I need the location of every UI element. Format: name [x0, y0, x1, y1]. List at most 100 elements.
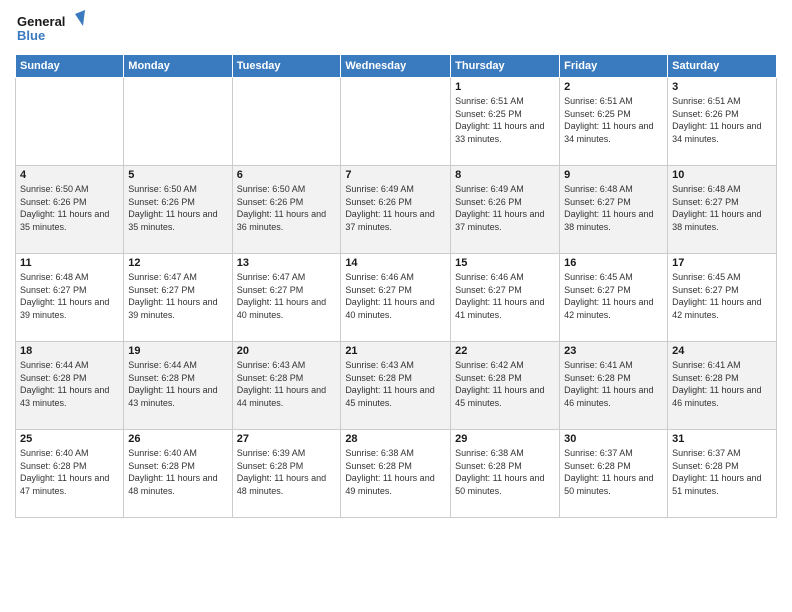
calendar-cell: 28 Sunrise: 6:38 AM Sunset: 6:28 PM Dayli… — [341, 430, 451, 518]
page-header: General Blue — [15, 10, 777, 46]
day-number: 2 — [564, 81, 663, 93]
weekday-header: Saturday — [668, 55, 777, 78]
calendar-cell — [341, 78, 451, 166]
logo: General Blue — [15, 10, 85, 46]
calendar-cell: 20 Sunrise: 6:43 AM Sunset: 6:28 PM Dayli… — [232, 342, 341, 430]
day-number: 31 — [672, 433, 772, 445]
calendar-cell: 23Sunrise: 6:41 AM Sunset: 6:28 PM Dayli… — [560, 342, 668, 430]
day-number: 9 — [564, 169, 663, 181]
day-info: Sunrise: 6:41 AM Sunset: 6:28 PM Dayligh… — [564, 359, 663, 409]
calendar-table: SundayMondayTuesdayWednesdayThursdayFrid… — [15, 54, 777, 518]
calendar-cell — [124, 78, 232, 166]
weekday-header: Thursday — [451, 55, 560, 78]
calendar-cell: 10 Sunrise: 6:48 AM Sunset: 6:27 PM Dayli… — [668, 166, 777, 254]
calendar-cell: 18Sunrise: 6:44 AM Sunset: 6:28 PM Dayli… — [16, 342, 124, 430]
day-number: 12 — [128, 257, 227, 269]
calendar-cell: 3 Sunrise: 6:51 AM Sunset: 6:26 PM Daylig… — [668, 78, 777, 166]
calendar-week-row: 25Sunrise: 6:40 AM Sunset: 6:28 PM Dayli… — [16, 430, 777, 518]
day-info: Sunrise: 6:50 AM Sunset: 6:26 PM Dayligh… — [128, 183, 227, 233]
calendar-cell: 11 Sunrise: 6:48 AM Sunset: 6:27 PM Dayli… — [16, 254, 124, 342]
day-info: Sunrise: 6:46 AM Sunset: 6:27 PM Dayligh… — [455, 271, 555, 321]
day-info: Sunrise: 6:40 AM Sunset: 6:28 PM Dayligh… — [20, 447, 119, 497]
day-number: 15 — [455, 257, 555, 269]
calendar-cell: 14 Sunrise: 6:46 AM Sunset: 6:27 PM Dayli… — [341, 254, 451, 342]
calendar-cell: 6 Sunrise: 6:50 AM Sunset: 6:26 PM Daylig… — [232, 166, 341, 254]
day-info: Sunrise: 6:45 AM Sunset: 6:27 PM Dayligh… — [564, 271, 663, 321]
day-info: Sunrise: 6:50 AM Sunset: 6:26 PM Dayligh… — [237, 183, 337, 233]
svg-text:General: General — [17, 14, 65, 29]
calendar-cell: 12 Sunrise: 6:47 AM Sunset: 6:27 PM Dayli… — [124, 254, 232, 342]
calendar-cell: 4Sunrise: 6:50 AM Sunset: 6:26 PM Daylig… — [16, 166, 124, 254]
day-number: 24 — [672, 345, 772, 357]
day-number: 22 — [455, 345, 555, 357]
day-number: 29 — [455, 433, 555, 445]
day-info: Sunrise: 6:45 AM Sunset: 6:27 PM Dayligh… — [672, 271, 772, 321]
calendar-cell: 31 Sunrise: 6:37 AM Sunset: 6:28 PM Dayli… — [668, 430, 777, 518]
day-number: 11 — [20, 257, 119, 269]
svg-text:Blue: Blue — [17, 28, 45, 43]
day-info: Sunrise: 6:47 AM Sunset: 6:27 PM Dayligh… — [128, 271, 227, 321]
day-number: 7 — [345, 169, 446, 181]
day-number: 14 — [345, 257, 446, 269]
day-info: Sunrise: 6:38 AM Sunset: 6:28 PM Dayligh… — [345, 447, 446, 497]
day-info: Sunrise: 6:39 AM Sunset: 6:28 PM Dayligh… — [237, 447, 337, 497]
day-number: 10 — [672, 169, 772, 181]
day-number: 8 — [455, 169, 555, 181]
calendar-cell: 15 Sunrise: 6:46 AM Sunset: 6:27 PM Dayli… — [451, 254, 560, 342]
day-info: Sunrise: 6:51 AM Sunset: 6:26 PM Dayligh… — [672, 95, 772, 145]
day-number: 6 — [237, 169, 337, 181]
calendar-cell: 16 Sunrise: 6:45 AM Sunset: 6:27 PM Dayli… — [560, 254, 668, 342]
calendar-cell: 21Sunrise: 6:43 AM Sunset: 6:28 PM Dayli… — [341, 342, 451, 430]
calendar-cell: 25Sunrise: 6:40 AM Sunset: 6:28 PM Dayli… — [16, 430, 124, 518]
day-info: Sunrise: 6:51 AM Sunset: 6:25 PM Dayligh… — [564, 95, 663, 145]
day-info: Sunrise: 6:46 AM Sunset: 6:27 PM Dayligh… — [345, 271, 446, 321]
day-number: 19 — [128, 345, 227, 357]
weekday-header: Sunday — [16, 55, 124, 78]
day-number: 28 — [345, 433, 446, 445]
calendar-week-row: 4 Sunrise: 6:50 AM Sunset: 6:26 PM Daylig… — [16, 166, 777, 254]
weekday-header: Monday — [124, 55, 232, 78]
calendar-header-row: SundayMondayTuesdayWednesdayThursdayFrid… — [16, 55, 777, 78]
day-info: Sunrise: 6:48 AM Sunset: 6:27 PM Dayligh… — [20, 271, 119, 321]
calendar-cell: 2 Sunrise: 6:51 AM Sunset: 6:25 PM Daylig… — [560, 78, 668, 166]
day-number: 3 — [672, 81, 772, 93]
weekday-header: Tuesday — [232, 55, 341, 78]
day-info: Sunrise: 6:48 AM Sunset: 6:27 PM Dayligh… — [564, 183, 663, 233]
calendar-cell: 27Sunrise: 6:39 AM Sunset: 6:28 PM Dayli… — [232, 430, 341, 518]
day-number: 13 — [237, 257, 337, 269]
day-info: Sunrise: 6:43 AM Sunset: 6:28 PM Dayligh… — [237, 359, 337, 409]
day-info: Sunrise: 6:41 AM Sunset: 6:28 PM Dayligh… — [672, 359, 772, 409]
calendar-week-row: 1 Sunrise: 6:51 AM Sunset: 6:25 PM Daylig… — [16, 78, 777, 166]
weekday-header: Friday — [560, 55, 668, 78]
calendar-cell: 24 Sunrise: 6:41 AM Sunset: 6:28 PM Dayli… — [668, 342, 777, 430]
calendar-cell: 9 Sunrise: 6:48 AM Sunset: 6:27 PM Daylig… — [560, 166, 668, 254]
day-number: 20 — [237, 345, 337, 357]
logo-svg: General Blue — [15, 10, 85, 46]
calendar-cell: 26Sunrise: 6:40 AM Sunset: 6:28 PM Dayli… — [124, 430, 232, 518]
day-info: Sunrise: 6:42 AM Sunset: 6:28 PM Dayligh… — [455, 359, 555, 409]
day-info: Sunrise: 6:48 AM Sunset: 6:27 PM Dayligh… — [672, 183, 772, 233]
calendar-cell: 13 Sunrise: 6:47 AM Sunset: 6:27 PM Dayli… — [232, 254, 341, 342]
day-number: 21 — [345, 345, 446, 357]
day-info: Sunrise: 6:51 AM Sunset: 6:25 PM Dayligh… — [455, 95, 555, 145]
calendar-cell: 19 Sunrise: 6:44 AM Sunset: 6:28 PM Dayli… — [124, 342, 232, 430]
day-number: 1 — [455, 81, 555, 93]
day-info: Sunrise: 6:44 AM Sunset: 6:28 PM Dayligh… — [20, 359, 119, 409]
calendar-cell — [232, 78, 341, 166]
day-number: 5 — [128, 169, 227, 181]
calendar-cell: 22 Sunrise: 6:42 AM Sunset: 6:28 PM Dayli… — [451, 342, 560, 430]
calendar-body: 1 Sunrise: 6:51 AM Sunset: 6:25 PM Daylig… — [16, 78, 777, 518]
calendar-cell: 7Sunrise: 6:49 AM Sunset: 6:26 PM Daylig… — [341, 166, 451, 254]
calendar-cell: 1 Sunrise: 6:51 AM Sunset: 6:25 PM Daylig… — [451, 78, 560, 166]
day-info: Sunrise: 6:47 AM Sunset: 6:27 PM Dayligh… — [237, 271, 337, 321]
calendar-cell: 29 Sunrise: 6:38 AM Sunset: 6:28 PM Dayli… — [451, 430, 560, 518]
day-number: 4 — [20, 169, 119, 181]
day-number: 16 — [564, 257, 663, 269]
day-number: 26 — [128, 433, 227, 445]
calendar-week-row: 18Sunrise: 6:44 AM Sunset: 6:28 PM Dayli… — [16, 342, 777, 430]
day-info: Sunrise: 6:37 AM Sunset: 6:28 PM Dayligh… — [672, 447, 772, 497]
calendar-cell — [16, 78, 124, 166]
day-info: Sunrise: 6:44 AM Sunset: 6:28 PM Dayligh… — [128, 359, 227, 409]
day-info: Sunrise: 6:38 AM Sunset: 6:28 PM Dayligh… — [455, 447, 555, 497]
calendar-cell: 8Sunrise: 6:49 AM Sunset: 6:26 PM Daylig… — [451, 166, 560, 254]
